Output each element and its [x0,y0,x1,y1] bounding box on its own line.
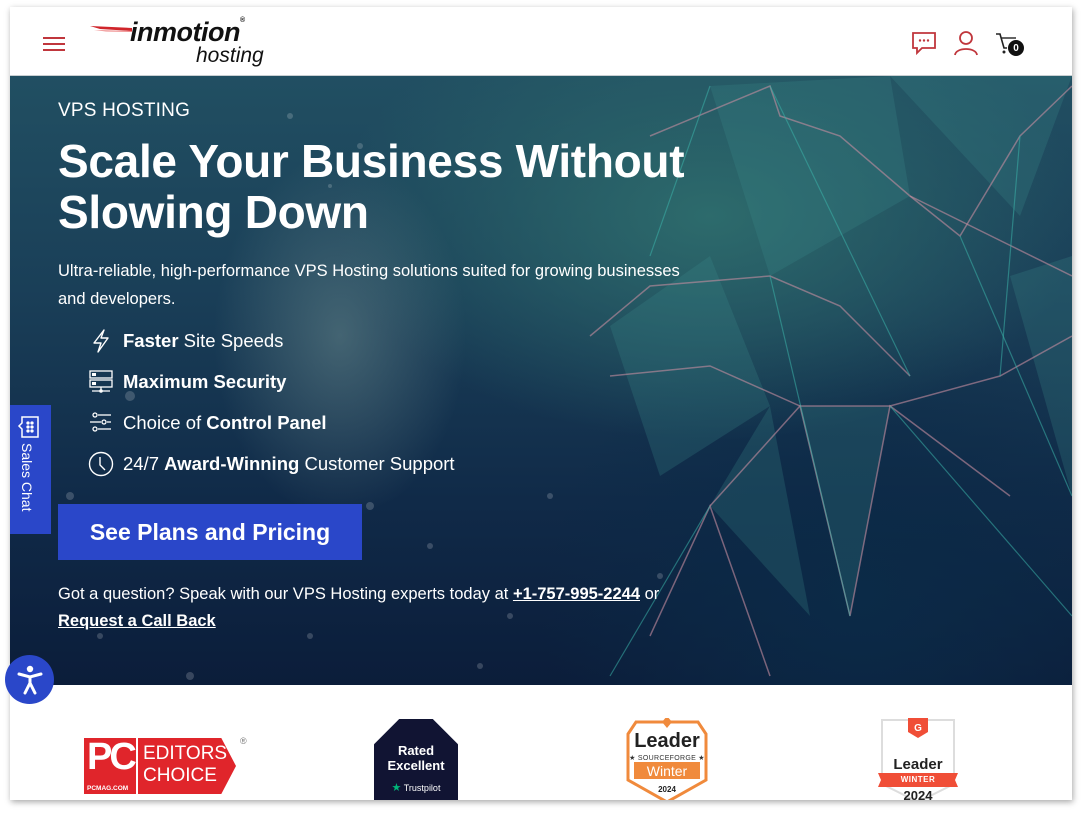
see-plans-button[interactable]: See Plans and Pricing [58,504,362,560]
inmotion-hosting-logo[interactable]: inmotion® hosting [90,17,280,67]
g2-leader-badge: G Leader WINTER 2024 [878,718,958,800]
feature-item: Choice of Control Panel [88,402,455,443]
cart-icon[interactable]: 0 [994,29,1025,57]
request-callback-link[interactable]: Request a Call Back [58,612,216,630]
logo-sub: hosting [196,44,264,67]
chat-icon[interactable] [910,29,938,57]
lightning-icon [88,328,114,354]
feature-item: Maximum Security [88,361,455,402]
clock-icon [88,451,114,477]
chat-bubble-icon [17,415,41,444]
contact-text: Got a question? Speak with our VPS Hosti… [58,585,660,630]
trustpilot-badge: Rated Excellent ★ Trustpilot [374,719,458,800]
user-icon[interactable] [952,29,980,57]
feature-list: Faster Site Speeds Maximum Security Choi… [88,320,455,484]
accessibility-icon [17,665,42,694]
phone-link[interactable]: +1-757-995-2244 [513,585,640,603]
hero-eyebrow: VPS HOSTING [58,100,191,121]
svg-text:G: G [914,723,922,734]
logo-swoosh-icon [90,26,132,32]
accessibility-button[interactable] [5,655,54,704]
trustpilot-star-icon: ★ [391,782,402,794]
site-header: inmotion® hosting 0 [10,7,1072,76]
server-icon [88,369,114,395]
sales-chat-label: Sales Chat [19,443,35,512]
sales-chat-tab[interactable]: Sales Chat [10,405,51,534]
hero-headline: Scale Your Business Without Slowing Down [58,135,685,238]
hero-lead: Ultra-reliable, high-performance VPS Hos… [58,262,680,308]
pcmag-editors-choice-badge: PC PCMAG.COM EDITORS’ CHOICE ® [84,736,249,794]
page: inmotion® hosting 0 VPS HOSTING Scale Yo… [10,7,1072,800]
sourceforge-leader-badge: Leader ★ SOURCEFORGE ★ Winter 2024 [626,718,708,800]
cart-count-badge: 0 [1007,39,1025,57]
hero-section: VPS HOSTING Scale Your Business Without … [10,76,1072,685]
feature-item: 24/7 Award-Winning Customer Support [88,443,455,484]
hamburger-menu-icon[interactable] [43,37,65,51]
awards-strip: PC PCMAG.COM EDITORS’ CHOICE ® Rated Excell… [10,685,1072,800]
sliders-icon [88,410,114,436]
feature-item: Faster Site Speeds [88,320,455,361]
